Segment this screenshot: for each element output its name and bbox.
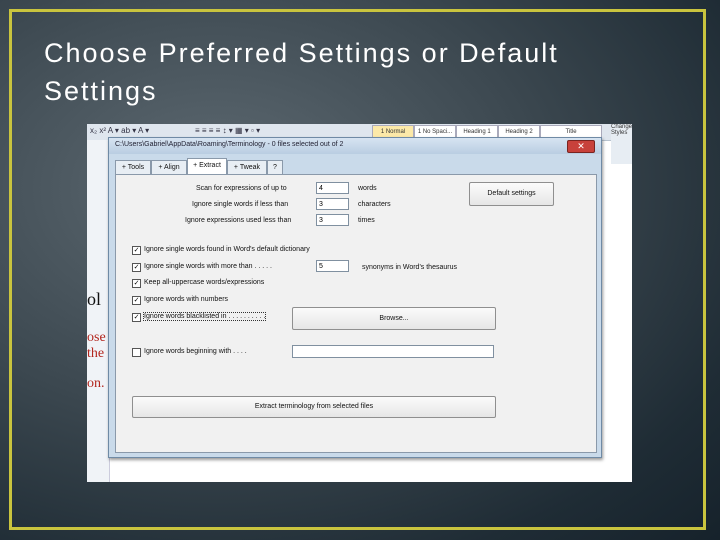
ribbon-paragraph-icon[interactable]: ≡ ≡ ≡ ≡ ↕ ▾ ▦ ▾ ▫ ▾ <box>195 126 260 135</box>
cb-dictionary-label: Ignore single words found in Word's defa… <box>144 246 310 253</box>
cb-synonyms-label: Ignore single words with more than . . .… <box>144 263 273 270</box>
cb-numbers[interactable]: ✓ <box>132 296 141 305</box>
cb-blacklist[interactable]: ✓ <box>132 313 141 322</box>
doc-fragment: the <box>87 346 105 361</box>
tab-help[interactable]: ? <box>267 160 283 174</box>
ignore-single-input[interactable]: 3 <box>316 198 349 210</box>
cb-uppercase[interactable]: ✓ <box>132 279 141 288</box>
ignore-single-label: Ignore single words if less than <box>192 201 289 208</box>
tab-tweak[interactable]: + Tweak <box>227 160 267 174</box>
close-icon[interactable]: ✕ <box>567 140 595 153</box>
tab-tools[interactable]: + Tools <box>115 160 151 174</box>
synonyms-input[interactable]: 5 <box>316 260 349 272</box>
cb-beginning-label: Ignore words beginning with . . . . <box>144 348 247 355</box>
scan-input[interactable]: 4 <box>316 182 349 194</box>
extract-dialog: C:\Users\Gabriel\AppData\Roaming\Termino… <box>108 137 602 458</box>
extract-panel: Scan for expressions of up to 4 words Ig… <box>115 174 597 453</box>
word-left-pane <box>87 140 110 482</box>
change-styles-button[interactable]: Change Styles <box>611 124 632 164</box>
ignore-expr-input[interactable]: 3 <box>316 214 349 226</box>
doc-fragment: ol <box>87 289 102 309</box>
cb-synonyms[interactable]: ✓ <box>132 263 141 272</box>
doc-fragment: ose <box>87 330 106 345</box>
tab-extract[interactable]: + Extract <box>187 158 227 174</box>
cb-uppercase-label: Keep all-uppercase words/expressions <box>144 279 265 286</box>
browse-button[interactable]: Browse... <box>292 307 496 330</box>
dialog-title: C:\Users\Gabriel\AppData\Roaming\Termino… <box>115 141 344 148</box>
extract-button[interactable]: Extract terminology from selected files <box>132 396 496 418</box>
cb-numbers-label: Ignore words with numbers <box>144 296 229 303</box>
cb-blacklist-label: Ignore words blacklisted in . . . . . . … <box>142 312 267 321</box>
ignore-single-unit: characters <box>358 201 391 208</box>
tab-align[interactable]: + Align <box>151 160 187 174</box>
beginning-input[interactable] <box>292 345 494 358</box>
doc-fragment: on. <box>87 376 105 391</box>
dialog-titlebar[interactable]: C:\Users\Gabriel\AppData\Roaming\Termino… <box>109 138 601 154</box>
scan-label: Scan for expressions of up to <box>196 185 287 192</box>
slide-title: Choose Preferred Settings or Default Set… <box>44 38 559 106</box>
ribbon-tools-icon[interactable]: x₂ x² A ▾ ab ▾ A ▾ <box>90 126 149 135</box>
synonyms-unit: synonyms in Word's thesaurus <box>362 264 457 271</box>
scan-unit: words <box>358 185 377 192</box>
ignore-expr-unit: times <box>358 217 375 224</box>
ignore-expr-label: Ignore expressions used less than <box>185 217 292 224</box>
cb-dictionary[interactable]: ✓ <box>132 246 141 255</box>
cb-beginning[interactable] <box>132 348 141 357</box>
default-settings-button[interactable]: Default settings <box>469 182 554 206</box>
